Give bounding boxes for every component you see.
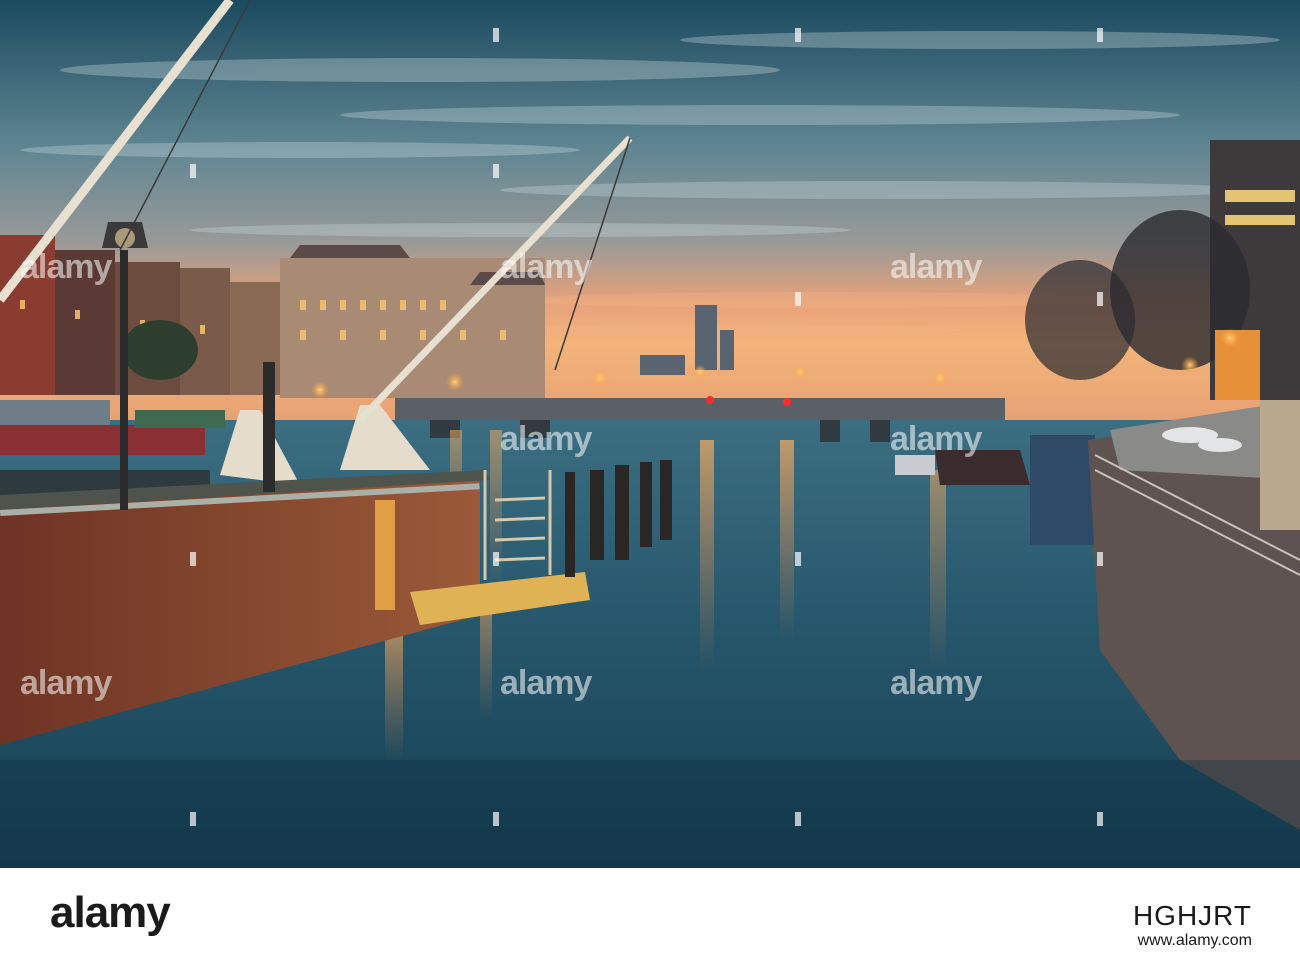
watermark-text: alamy [890,420,982,458]
watermark-mark-icon [493,164,499,178]
footer-bar [0,868,1300,957]
watermark-mark-icon [493,552,499,566]
amsterdam-canal-photo [0,0,1300,868]
watermark-text: alamy [500,248,592,286]
watermark-text: alamy [20,664,112,702]
photo-stage: alamy alamy alamy alamy alamy alamy alam… [0,0,1300,957]
watermark-mark-icon [493,812,499,826]
watermark-mark-icon [795,812,801,826]
watermark-mark-icon [795,292,801,306]
watermark-text: alamy [890,664,982,702]
watermark-mark-icon [1097,552,1103,566]
watermark-mark-icon [795,552,801,566]
watermark-mark-icon [1097,812,1103,826]
footer-brand-logo: alamy [50,888,171,937]
watermark-text: alamy [500,420,592,458]
watermark-mark-icon [1097,292,1103,306]
watermark-mark-icon [190,164,196,178]
watermark-mark-icon [190,812,196,826]
footer-url[interactable]: www.alamy.com [1138,932,1252,950]
watermark-text: alamy [890,248,982,286]
watermark-mark-icon [190,552,196,566]
watermark-mark-icon [795,28,801,42]
watermark-text: alamy [20,248,112,286]
image-id: HGHJRT [1132,900,1252,931]
watermark-mark-icon [493,28,499,42]
watermark-text: alamy [500,664,592,702]
watermark-mark-icon [1097,28,1103,42]
